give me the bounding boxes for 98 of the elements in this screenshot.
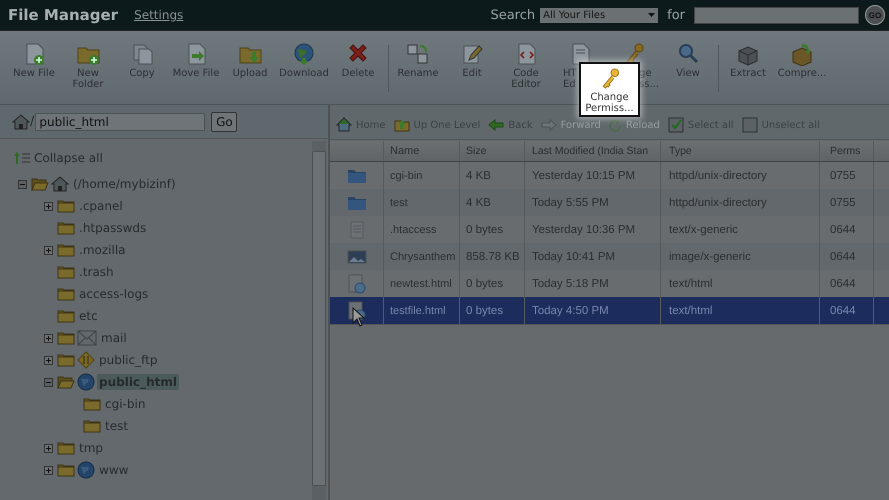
go-button[interactable]: GO xyxy=(865,5,885,25)
folder-icon xyxy=(83,419,101,433)
web-document-icon xyxy=(348,274,366,294)
tree-item[interactable]: access-logs xyxy=(77,286,150,302)
expand-toggle-icon[interactable] xyxy=(44,356,53,364)
folder-icon xyxy=(57,199,75,213)
tree-item[interactable]: .mozilla xyxy=(77,242,128,258)
tree-item[interactable]: .cpanel xyxy=(77,198,125,214)
open-folder-icon xyxy=(31,177,49,191)
expand-toggle-icon[interactable] xyxy=(44,444,53,452)
magnifier-icon xyxy=(676,42,700,66)
caret-icon xyxy=(648,13,656,17)
open-folder-icon xyxy=(57,375,75,389)
column-header[interactable]: Type xyxy=(661,141,820,161)
toolbar-button[interactable]: Rename xyxy=(391,31,445,104)
house-icon xyxy=(336,117,352,133)
path-field[interactable]: public_html xyxy=(35,112,206,130)
document-icon xyxy=(350,220,364,238)
image-icon xyxy=(346,248,366,264)
expand-toggle-icon[interactable] xyxy=(44,246,53,254)
folder-icon xyxy=(346,168,366,184)
column-header[interactable]: Last Modified (India Stan xyxy=(525,141,661,161)
folder-icon xyxy=(57,331,75,345)
path-separator: / xyxy=(30,114,34,129)
toolbar-button[interactable]: New Folder xyxy=(61,31,115,104)
table-cell: text/html xyxy=(661,297,820,324)
folder-icon xyxy=(57,221,75,235)
globe-arrow-icon xyxy=(292,42,316,66)
expand-toggle-icon[interactable] xyxy=(44,202,53,210)
folder-icon xyxy=(57,243,75,257)
toolbar-button[interactable]: Delete xyxy=(331,31,385,104)
folder-icon xyxy=(57,441,75,455)
column-header[interactable]: Name xyxy=(384,141,460,161)
expand-toggle-icon[interactable] xyxy=(44,466,53,474)
box-arrow-icon xyxy=(790,42,814,66)
tree-item[interactable]: cgi-bin xyxy=(103,396,148,412)
settings-link[interactable]: Settings xyxy=(134,8,184,22)
search-label: Search xyxy=(490,8,536,22)
toolbar-button[interactable]: New File xyxy=(7,31,61,104)
toolbar-button[interactable]: Code Editor xyxy=(499,31,553,104)
column-header[interactable]: Perms xyxy=(820,141,874,161)
left-arrow-icon xyxy=(488,117,504,133)
collapse-toggle-icon[interactable] xyxy=(18,180,27,188)
table-cell: 0644 xyxy=(820,297,874,324)
toolbar-button[interactable]: Download xyxy=(277,31,331,104)
scope-dropdown[interactable]: All Your Files xyxy=(540,8,658,22)
house-icon xyxy=(12,114,30,130)
tree-item[interactable]: .htpasswds xyxy=(77,220,148,236)
expand-toggle-icon[interactable] xyxy=(44,334,53,342)
toolbar-label[interactable]: HT Ed xyxy=(563,68,577,90)
house-icon xyxy=(51,176,69,192)
folder-icon xyxy=(57,287,75,301)
tree-item[interactable]: etc xyxy=(77,308,100,324)
right-arrow-icon xyxy=(540,117,557,133)
go-button[interactable]: Go xyxy=(211,112,238,132)
envelope-icon xyxy=(77,330,97,346)
folder-arrow-icon xyxy=(394,117,410,133)
table-cell: 0 bytes xyxy=(460,297,525,324)
collapse-icon xyxy=(13,152,31,164)
table-cell: testfile.html xyxy=(384,297,460,324)
cursor-icon xyxy=(352,307,365,327)
folder-icon xyxy=(57,463,75,477)
diamond-arrows-icon xyxy=(77,351,95,369)
for-label: for xyxy=(667,8,685,22)
change-permissions-button[interactable]: Change Permiss... xyxy=(579,62,640,117)
checkbox-icon xyxy=(668,117,684,133)
collapse-toggle-icon[interactable] xyxy=(44,378,53,386)
toolbar-button[interactable]: Compre... xyxy=(775,31,829,104)
globe-icon xyxy=(77,373,95,391)
search-field[interactable] xyxy=(694,6,859,24)
toolbar-button[interactable]: Extract xyxy=(721,31,775,104)
tree-item[interactable]: .trash xyxy=(77,264,116,280)
folder-icon xyxy=(57,309,75,323)
scrollbar[interactable] xyxy=(312,141,326,500)
globe-icon xyxy=(77,461,95,479)
tree-item[interactable]: public_ftp xyxy=(97,352,160,368)
toolbar-button[interactable]: Copy xyxy=(115,31,169,104)
checkbox-icon xyxy=(742,117,758,133)
toolbar-button[interactable]: View xyxy=(661,31,715,104)
collapse-all-link[interactable]: Collapse all xyxy=(34,151,103,165)
tree-item[interactable]: test xyxy=(103,418,130,434)
folder-icon xyxy=(57,353,75,367)
app-title: File Manager xyxy=(8,6,118,24)
column-header[interactable]: Size xyxy=(460,141,525,161)
tree-item[interactable]: www xyxy=(97,462,130,478)
file-row[interactable]: testfile.html 0 bytes Today 4:50 PM text/html 0644 xyxy=(330,297,889,324)
tree-item[interactable]: (/home/mybizinf) xyxy=(71,176,178,192)
tree-item[interactable]: tmp xyxy=(77,440,106,456)
reload-icon xyxy=(608,118,622,132)
table-cell: Today 4:50 PM xyxy=(525,297,661,324)
toolbar-label[interactable]: ge ss... xyxy=(639,68,659,90)
toolbar-button[interactable]: Edit xyxy=(445,31,499,104)
folder-icon xyxy=(57,265,75,279)
toolbar-button[interactable]: Upload xyxy=(223,31,277,104)
tree-item[interactable]: mail xyxy=(99,330,129,346)
folder-icon xyxy=(346,194,366,210)
toolbar-button[interactable]: Move File xyxy=(169,31,223,104)
folder-icon xyxy=(83,397,101,411)
